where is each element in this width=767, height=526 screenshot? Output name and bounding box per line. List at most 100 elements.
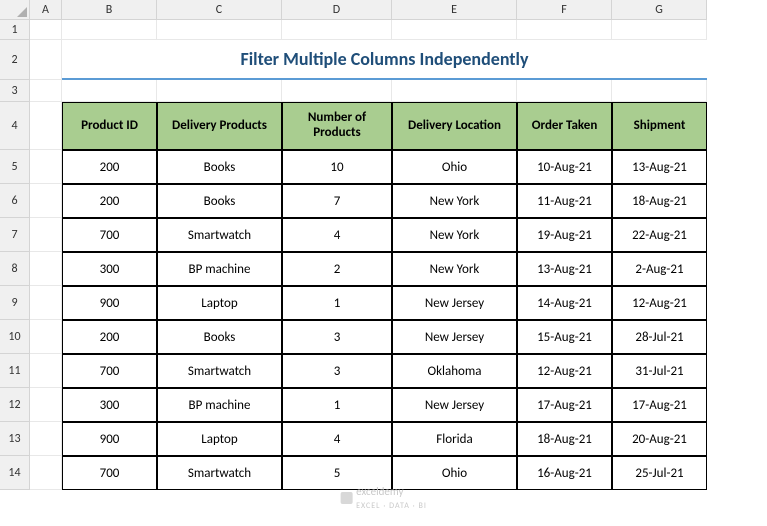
table-cell[interactable]: 700 bbox=[62, 354, 157, 388]
table-cell[interactable]: 900 bbox=[62, 286, 157, 320]
table-cell[interactable]: 10 bbox=[282, 150, 392, 184]
row-header-9[interactable]: 9 bbox=[0, 286, 30, 320]
table-cell[interactable]: Laptop bbox=[157, 286, 282, 320]
table-cell[interactable]: Florida bbox=[392, 422, 517, 456]
cell[interactable] bbox=[517, 20, 612, 40]
cell[interactable] bbox=[282, 80, 392, 102]
table-cell[interactable]: 7 bbox=[282, 184, 392, 218]
col-header-C[interactable]: C bbox=[157, 0, 282, 20]
table-cell[interactable]: Oklahoma bbox=[392, 354, 517, 388]
cell[interactable] bbox=[30, 456, 62, 490]
table-cell[interactable]: 13-Aug-21 bbox=[517, 252, 612, 286]
table-cell[interactable]: 17-Aug-21 bbox=[517, 388, 612, 422]
table-cell[interactable]: 16-Aug-21 bbox=[517, 456, 612, 490]
table-cell[interactable]: Smartwatch bbox=[157, 456, 282, 490]
table-cell[interactable]: 300 bbox=[62, 388, 157, 422]
table-cell[interactable]: 18-Aug-21 bbox=[517, 422, 612, 456]
table-cell[interactable]: 15-Aug-21 bbox=[517, 320, 612, 354]
table-cell[interactable]: 900 bbox=[62, 422, 157, 456]
cell[interactable] bbox=[392, 20, 517, 40]
table-cell[interactable]: New York bbox=[392, 184, 517, 218]
cell[interactable] bbox=[30, 102, 62, 150]
table-cell[interactable]: 25-Jul-21 bbox=[612, 456, 707, 490]
table-cell[interactable]: 4 bbox=[282, 422, 392, 456]
cell[interactable] bbox=[612, 20, 707, 40]
table-header[interactable]: Delivery Location bbox=[392, 102, 517, 150]
table-cell[interactable]: 3 bbox=[282, 320, 392, 354]
table-cell[interactable]: 31-Jul-21 bbox=[612, 354, 707, 388]
cell[interactable] bbox=[517, 80, 612, 102]
col-header-F[interactable]: F bbox=[517, 0, 612, 20]
cell[interactable] bbox=[392, 80, 517, 102]
row-header-12[interactable]: 12 bbox=[0, 388, 30, 422]
table-cell[interactable]: 200 bbox=[62, 150, 157, 184]
row-header-3[interactable]: 3 bbox=[0, 80, 30, 102]
table-cell[interactable]: Smartwatch bbox=[157, 218, 282, 252]
col-header-G[interactable]: G bbox=[612, 0, 707, 20]
table-cell[interactable]: Smartwatch bbox=[157, 354, 282, 388]
cell[interactable] bbox=[30, 320, 62, 354]
table-header[interactable]: Delivery Products bbox=[157, 102, 282, 150]
table-cell[interactable]: 18-Aug-21 bbox=[612, 184, 707, 218]
table-cell[interactable]: 20-Aug-21 bbox=[612, 422, 707, 456]
col-header-E[interactable]: E bbox=[392, 0, 517, 20]
table-header[interactable]: Product ID bbox=[62, 102, 157, 150]
table-cell[interactable]: 17-Aug-21 bbox=[612, 388, 707, 422]
cell[interactable] bbox=[30, 218, 62, 252]
cell[interactable] bbox=[30, 184, 62, 218]
table-cell[interactable]: 1 bbox=[282, 286, 392, 320]
table-header[interactable]: Order Taken bbox=[517, 102, 612, 150]
cell[interactable] bbox=[30, 388, 62, 422]
table-cell[interactable]: New York bbox=[392, 218, 517, 252]
col-header-B[interactable]: B bbox=[62, 0, 157, 20]
table-cell[interactable]: New Jersey bbox=[392, 320, 517, 354]
row-header-7[interactable]: 7 bbox=[0, 218, 30, 252]
table-cell[interactable]: BP machine bbox=[157, 388, 282, 422]
cell[interactable] bbox=[62, 20, 157, 40]
row-header-13[interactable]: 13 bbox=[0, 422, 30, 456]
col-header-D[interactable]: D bbox=[282, 0, 392, 20]
row-header-14[interactable]: 14 bbox=[0, 456, 30, 490]
table-cell[interactable]: 1 bbox=[282, 388, 392, 422]
row-header-10[interactable]: 10 bbox=[0, 320, 30, 354]
cell[interactable] bbox=[30, 286, 62, 320]
table-cell[interactable]: 200 bbox=[62, 320, 157, 354]
table-cell[interactable]: 19-Aug-21 bbox=[517, 218, 612, 252]
cell[interactable] bbox=[282, 20, 392, 40]
cell[interactable] bbox=[30, 422, 62, 456]
cell[interactable] bbox=[157, 20, 282, 40]
cell[interactable] bbox=[30, 20, 62, 40]
table-cell[interactable]: 3 bbox=[282, 354, 392, 388]
row-header-8[interactable]: 8 bbox=[0, 252, 30, 286]
table-cell[interactable]: Ohio bbox=[392, 150, 517, 184]
table-cell[interactable]: 300 bbox=[62, 252, 157, 286]
table-cell[interactable]: 10-Aug-21 bbox=[517, 150, 612, 184]
table-cell[interactable]: Books bbox=[157, 184, 282, 218]
cell[interactable] bbox=[62, 80, 157, 102]
table-cell[interactable]: New Jersey bbox=[392, 286, 517, 320]
table-cell[interactable]: 12-Aug-21 bbox=[612, 286, 707, 320]
cell[interactable] bbox=[30, 354, 62, 388]
table-cell[interactable]: 14-Aug-21 bbox=[517, 286, 612, 320]
cell[interactable] bbox=[30, 80, 62, 102]
col-header-A[interactable]: A bbox=[30, 0, 62, 20]
table-cell[interactable]: 13-Aug-21 bbox=[612, 150, 707, 184]
table-header[interactable]: Shipment bbox=[612, 102, 707, 150]
cell[interactable] bbox=[30, 150, 62, 184]
table-cell[interactable]: 4 bbox=[282, 218, 392, 252]
select-all-corner[interactable] bbox=[0, 0, 30, 20]
row-header-5[interactable]: 5 bbox=[0, 150, 30, 184]
row-header-4[interactable]: 4 bbox=[0, 102, 30, 150]
row-header-6[interactable]: 6 bbox=[0, 184, 30, 218]
table-cell[interactable]: 2-Aug-21 bbox=[612, 252, 707, 286]
table-cell[interactable]: 12-Aug-21 bbox=[517, 354, 612, 388]
row-header-2[interactable]: 2 bbox=[0, 40, 30, 80]
table-cell[interactable]: 28-Jul-21 bbox=[612, 320, 707, 354]
table-cell[interactable]: Books bbox=[157, 150, 282, 184]
row-header-1[interactable]: 1 bbox=[0, 20, 30, 40]
table-cell[interactable]: New Jersey bbox=[392, 388, 517, 422]
table-header[interactable]: Number of Products bbox=[282, 102, 392, 150]
table-cell[interactable]: BP machine bbox=[157, 252, 282, 286]
table-cell[interactable]: 2 bbox=[282, 252, 392, 286]
cell[interactable] bbox=[157, 80, 282, 102]
